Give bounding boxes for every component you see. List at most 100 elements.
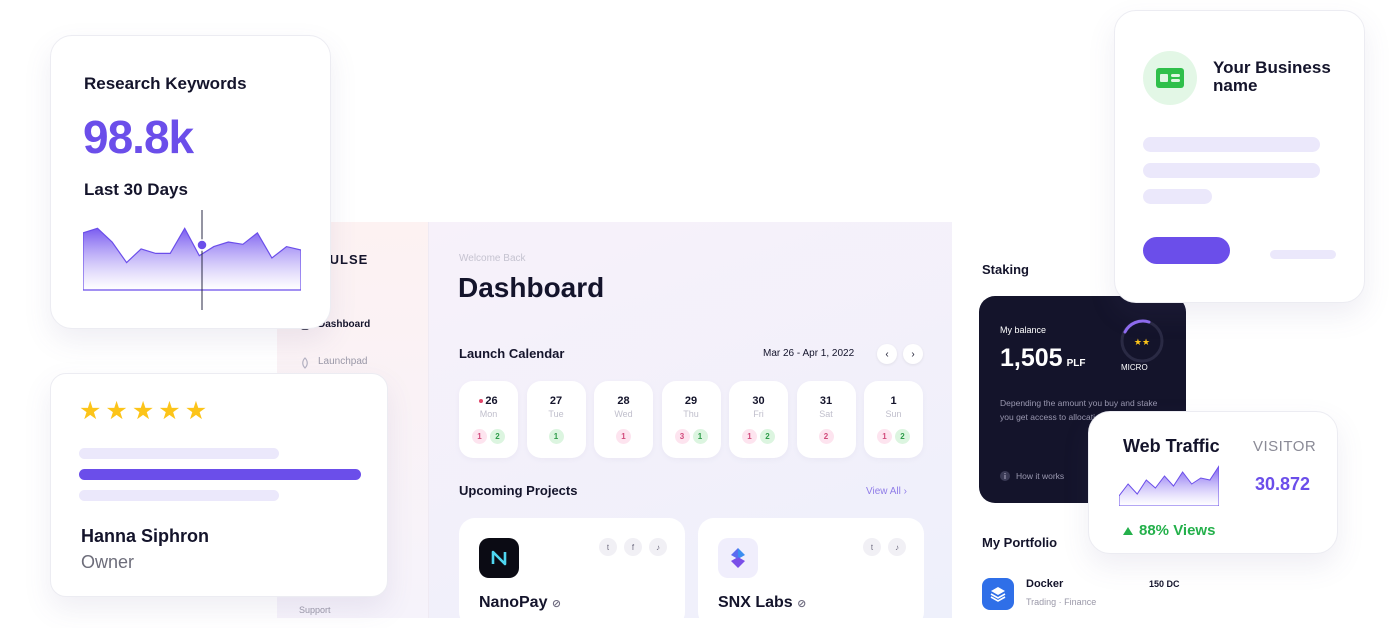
day-of-week: Wed (614, 409, 633, 419)
balance-unit: PLF (1066, 358, 1086, 369)
day-number: 31 (797, 395, 856, 407)
balance-label: My balance (1000, 325, 1047, 335)
day-of-week: Fri (753, 409, 764, 419)
tiktok-icon[interactable]: ♪ (888, 538, 906, 556)
day-chips: 12 (864, 429, 923, 444)
tiktok-icon[interactable]: ♪ (649, 538, 667, 556)
calendar-day[interactable]: 30 Fri 1 2 (729, 381, 788, 458)
rocket-icon (300, 356, 310, 369)
portfolio-title: My Portfolio (982, 535, 1058, 550)
twitter-icon[interactable]: t (863, 538, 881, 556)
research-period: Last 30 Days (84, 180, 188, 199)
docker-icon (982, 578, 1014, 610)
balance-amount: 1,505 (1000, 344, 1063, 372)
tier-ring-icon: ★★ (1120, 319, 1164, 363)
calendar-day[interactable]: 26 Mon 1 2 (459, 381, 518, 458)
link-icon[interactable]: ⊘ (552, 598, 561, 610)
reviewer-name: Hanna Siphron (81, 526, 210, 546)
calendar-day[interactable]: 27 Tue 1 (526, 381, 586, 458)
star-icon: ★ (105, 397, 128, 425)
snx-labs-logo-icon (718, 538, 758, 578)
sidebar-item-launchpad[interactable]: Launchpad (300, 356, 368, 369)
portfolio-item-tags: Trading · Finance (1026, 597, 1097, 607)
balance-value: 1,505 PLF (1000, 344, 1085, 373)
day-of-week: Tue (548, 409, 564, 419)
reviewer-role: Owner (81, 552, 135, 572)
traffic-sparkline (1119, 465, 1219, 506)
day-of-week: Mon (479, 409, 498, 419)
project-name-text: NanoPay (479, 594, 548, 611)
business-card: Your Business name (1114, 10, 1365, 303)
calendar-day[interactable]: 1 Sun 1 2 (864, 381, 923, 458)
placeholder-line (1143, 189, 1212, 204)
calendar-day[interactable]: 28 Wed 1 (594, 381, 653, 458)
date-range: Mar 26 - Apr 1, 2022 (763, 348, 855, 359)
facebook-icon[interactable]: f (624, 538, 642, 556)
info-icon (1000, 471, 1010, 481)
star-icon: ★ (158, 397, 181, 425)
day-chips: 1 (527, 429, 586, 444)
day-number-text: 27 (549, 395, 563, 407)
sidebar-item-support[interactable]: Support (299, 605, 331, 615)
day-number: 1 (864, 395, 923, 407)
view-all-link[interactable]: View All › (866, 486, 907, 497)
day-chips: 1 (594, 429, 653, 444)
page-title: Dashboard (458, 272, 605, 303)
day-number-text: 28 (617, 395, 630, 407)
next-week-button[interactable]: › (903, 344, 923, 364)
day-of-week: Sat (819, 409, 833, 419)
day-number: 27 (527, 395, 586, 407)
project-count-badge: 1 (692, 429, 708, 444)
visitor-label: VISITOR (1253, 438, 1317, 455)
placeholder-line (79, 448, 279, 459)
research-value: 98.8k (83, 111, 194, 163)
how-it-works-link[interactable]: How it works (1000, 471, 1064, 481)
portfolio-item-name: Docker (1026, 578, 1064, 590)
project-count-badge: 3 (674, 429, 690, 444)
project-count-badge: 1 (472, 429, 487, 444)
day-number-text: 30 (752, 395, 765, 407)
research-title: Research Keywords (84, 74, 247, 93)
chevron-left-icon: ‹ (885, 348, 889, 360)
arrow-up-icon (1123, 526, 1133, 535)
business-name: Your Business name (1213, 58, 1331, 95)
twitter-icon[interactable]: t (599, 538, 617, 556)
today-dot (479, 399, 484, 404)
sparkline-cursor-dot[interactable] (196, 239, 208, 251)
sparkline-area (1119, 465, 1219, 506)
star-icon: ★ (79, 397, 102, 425)
id-card-icon (1143, 51, 1197, 105)
link-icon[interactable]: ⊘ (797, 598, 806, 610)
project-name: NanoPay ⊘ (479, 594, 561, 612)
project-count-badge: 1 (548, 429, 564, 444)
day-number: 26 (459, 395, 518, 407)
research-sparkline (83, 210, 301, 310)
prev-week-button[interactable]: ‹ (877, 344, 897, 364)
tier-label: MICRO (1121, 363, 1148, 372)
project-card-nanopay[interactable]: t f ♪ NanoPay ⊘ (459, 518, 685, 628)
visitor-value: 30.872 (1255, 474, 1311, 494)
project-count-badge: 1 (616, 429, 631, 444)
project-count-badge: 2 (818, 429, 834, 444)
nanopay-logo-icon (479, 538, 519, 578)
project-count-badge: 2 (760, 429, 775, 444)
upcoming-projects-title: Upcoming Projects (459, 483, 578, 498)
review-card: ★ ★ ★ ★ ★ Hanna Siphron Owner (50, 373, 388, 597)
placeholder-link (1270, 250, 1336, 259)
staking-title: Staking (982, 262, 1029, 277)
calendar-day[interactable]: 31 Sat 2 (796, 381, 856, 458)
project-count-badge: 1 (742, 429, 757, 444)
project-count-badge: 2 (490, 429, 505, 444)
project-name-text: SNX Labs (718, 594, 793, 611)
star-icon: ★ (131, 397, 155, 425)
highlight-line (79, 469, 361, 480)
views-indicator: 88% Views (1123, 522, 1215, 539)
business-action-button[interactable] (1143, 237, 1230, 264)
day-chips: 2 (797, 429, 856, 444)
svg-text:★★: ★★ (1134, 338, 1150, 348)
chevron-right-icon: › (911, 348, 915, 360)
rating-stars: ★ ★ ★ ★ ★ (79, 396, 207, 426)
calendar-day[interactable]: 29 Thu 3 1 (661, 381, 721, 458)
project-card-snx-labs[interactable]: t ♪ SNX Labs ⊘ (698, 518, 924, 628)
project-count-badge: 1 (877, 429, 892, 444)
